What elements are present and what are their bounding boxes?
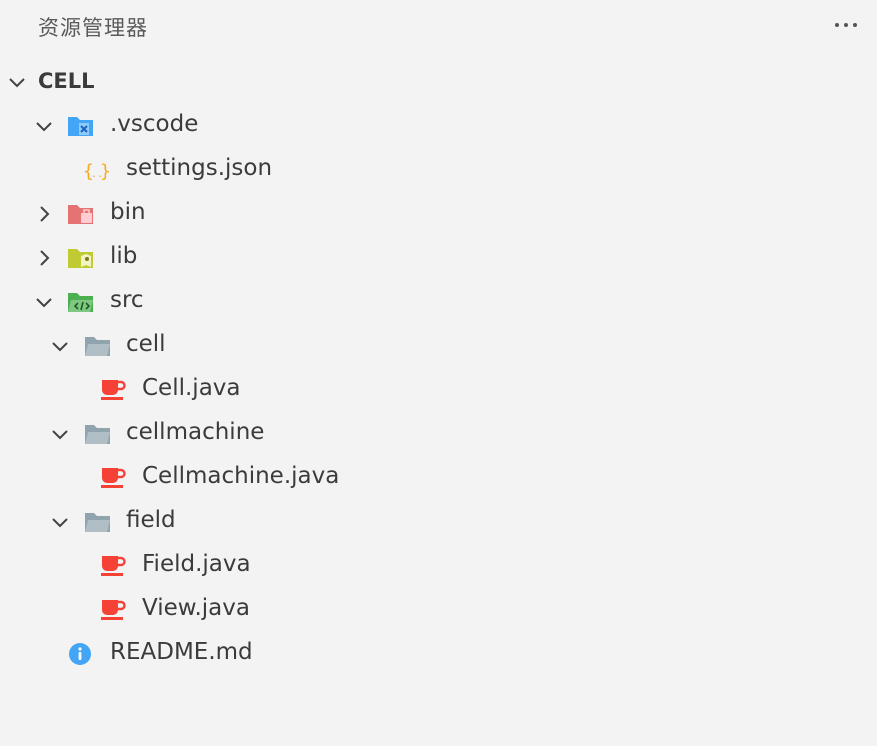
tree-item-cell-java[interactable]: Cell.java [0, 368, 877, 412]
tree-item-src[interactable]: src [0, 280, 877, 324]
tree-item-cellmachine-folder[interactable]: cellmachine [0, 412, 877, 456]
tree-item-cellmachine-java[interactable]: Cellmachine.java [0, 456, 877, 500]
tree-item-lib[interactable]: lib [0, 236, 877, 280]
svg-text:}: } [100, 161, 110, 182]
tree-item-label: View.java [142, 595, 250, 621]
tree-item-label: settings.json [126, 155, 273, 181]
json-icon: { .. } [83, 161, 110, 182]
tree-item-label: bin [110, 199, 146, 225]
tree-item-view-java[interactable]: View.java [0, 588, 877, 632]
tree-item-label: README.md [110, 639, 253, 665]
tree-item-readme[interactable]: README.md [0, 632, 877, 676]
bin-folder-icon [68, 205, 93, 224]
chevron-down-icon [36, 298, 52, 308]
tree-item-label: .vscode [110, 111, 199, 137]
chevron-down-icon [9, 78, 25, 88]
tree-item-label: Cell.java [142, 375, 241, 401]
tree-root-cell[interactable]: CELL [0, 60, 877, 104]
explorer-header: 资源管理器 [0, 0, 877, 52]
chevron-right-icon [40, 250, 50, 266]
chevron-down-icon [36, 122, 52, 132]
java-icon [101, 380, 126, 400]
root-folder-label: CELL [38, 69, 95, 93]
chevron-right-icon [40, 206, 50, 222]
tree-item-vscode[interactable]: .vscode [0, 104, 877, 148]
info-icon [69, 643, 91, 665]
vscode-folder-icon [68, 117, 93, 136]
tree-item-cell-folder[interactable]: cell [0, 324, 877, 368]
tree-item-field-java[interactable]: Field.java [0, 544, 877, 588]
tree-item-field-folder[interactable]: field [0, 500, 877, 544]
tree-item-label: cellmachine [126, 419, 265, 445]
lib-folder-icon [68, 249, 93, 268]
tree-item-settings-json[interactable]: { .. } settings.json [0, 148, 877, 192]
chevron-down-icon [52, 430, 68, 440]
ellipsis-icon[interactable] [826, 10, 866, 40]
tree-item-label: Field.java [142, 551, 251, 577]
java-icon [101, 600, 126, 620]
chevron-down-icon [52, 518, 68, 528]
src-folder-icon [68, 293, 93, 312]
tree-item-label: lib [110, 243, 138, 269]
chevron-down-icon [52, 342, 68, 352]
java-icon [101, 468, 126, 488]
tree-item-label: cell [126, 331, 166, 357]
java-icon [101, 556, 126, 576]
explorer-title: 资源管理器 [38, 16, 148, 40]
folder-icon [85, 337, 110, 356]
tree-item-label: field [126, 507, 176, 533]
tree-item-label: Cellmachine.java [142, 463, 340, 489]
folder-icon [85, 513, 110, 532]
tree-item-label: src [110, 287, 144, 313]
tree-item-bin[interactable]: bin [0, 192, 877, 236]
folder-icon [85, 425, 110, 444]
